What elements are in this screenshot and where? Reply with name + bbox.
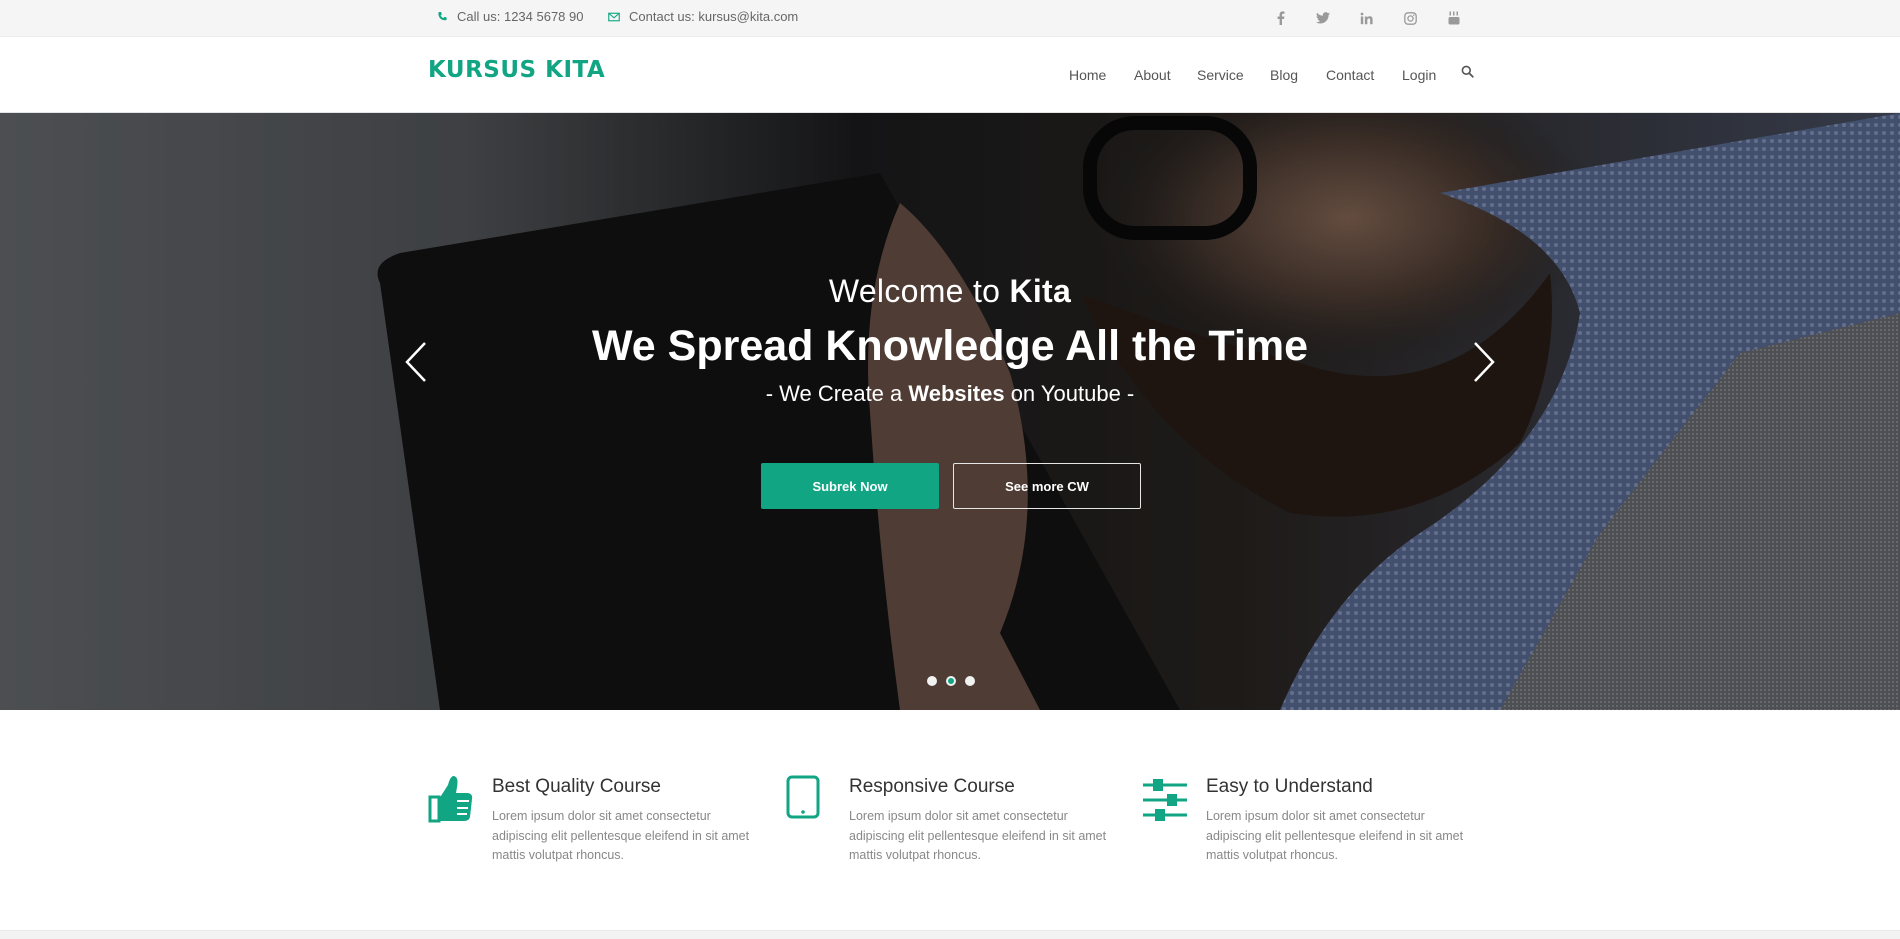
- section-divider: [0, 930, 1900, 939]
- subline-bold: Websites: [908, 381, 1005, 406]
- hero-background-image: [0, 113, 1900, 710]
- feature-description: Lorem ipsum dolor sit amet consectetur a…: [492, 809, 750, 862]
- feature-title: Responsive Course: [849, 776, 1015, 797]
- nav-about[interactable]: About: [1134, 67, 1171, 83]
- slider-dot[interactable]: [965, 676, 975, 686]
- feature-description: Lorem ipsum dolor sit amet consectetur a…: [849, 809, 1107, 862]
- hero-subline: - We Create a Websites on Youtube -: [0, 381, 1900, 407]
- slider-dot[interactable]: [927, 676, 937, 686]
- phone-text: Call us: 1234 5678 90: [457, 9, 584, 24]
- feature-title: Easy to Understand: [1206, 776, 1373, 797]
- see-more-button[interactable]: See more CW: [953, 463, 1141, 509]
- phone-icon: [438, 12, 447, 21]
- main-header: KURSUS KITA Home About Service Blog Cont…: [0, 37, 1900, 113]
- nav-service[interactable]: Service: [1197, 67, 1244, 83]
- envelope-icon: [608, 12, 620, 21]
- subline-prefix: - We Create a: [765, 381, 909, 406]
- feature-title: Best Quality Course: [492, 776, 661, 797]
- nav-blog[interactable]: Blog: [1270, 67, 1298, 83]
- nav-home[interactable]: Home: [1069, 67, 1106, 83]
- slider-prev-button[interactable]: [401, 339, 431, 385]
- sliders-icon: [1142, 773, 1190, 825]
- welcome-brand: Kita: [1009, 273, 1072, 309]
- welcome-prefix: Welcome to: [828, 273, 1010, 309]
- feature-description: Lorem ipsum dolor sit amet consectetur a…: [1206, 809, 1464, 862]
- chevron-left-icon: [405, 342, 426, 382]
- tablet-icon: [785, 773, 833, 825]
- thumbs-up-icon: [428, 773, 476, 825]
- nav-login[interactable]: Login: [1402, 67, 1436, 83]
- twitter-icon[interactable]: [1312, 8, 1334, 28]
- slider-dot[interactable]: [946, 676, 956, 686]
- subline-suffix: on Youtube -: [1004, 381, 1135, 406]
- youtube-icon[interactable]: [1443, 8, 1465, 28]
- nav-contact[interactable]: Contact: [1326, 67, 1374, 83]
- top-bar: Call us: 1234 5678 90 Contact us: kursus…: [0, 0, 1900, 37]
- subscribe-button[interactable]: Subrek Now: [761, 463, 939, 509]
- chevron-right-icon: [1474, 342, 1495, 382]
- hero-welcome: Welcome to Kita: [0, 273, 1900, 310]
- top-phone: Call us: 1234 5678 90: [437, 9, 583, 24]
- site-logo[interactable]: KURSUS KITA: [428, 57, 605, 83]
- hero-slider: Welcome to Kita We Spread Knowledge All …: [0, 113, 1900, 710]
- email-text: Contact us: kursus@kita.com: [629, 9, 799, 24]
- instagram-icon[interactable]: [1399, 8, 1421, 28]
- slider-next-button[interactable]: [1469, 339, 1499, 385]
- top-email[interactable]: Contact us: kursus@kita.com: [608, 9, 798, 24]
- hero-headline: We Spread Knowledge All the Time: [591, 322, 1308, 370]
- facebook-icon[interactable]: [1270, 8, 1292, 28]
- search-icon[interactable]: [1461, 65, 1477, 81]
- linkedin-icon[interactable]: [1355, 8, 1377, 28]
